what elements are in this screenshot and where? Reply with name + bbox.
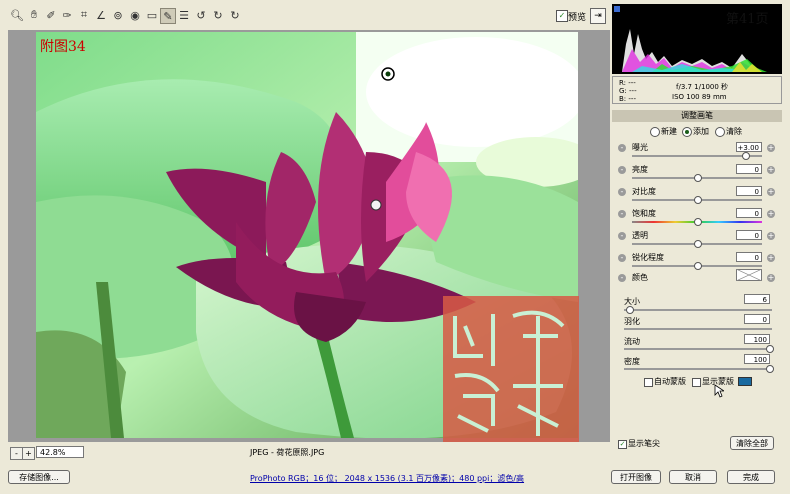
color-swatch[interactable] <box>736 269 762 281</box>
cancel-button[interactable]: 取消 <box>669 470 717 484</box>
b-readout: B: --- <box>619 95 636 103</box>
seal-stamp <box>443 296 579 442</box>
zoom-in-button[interactable]: + <box>22 447 35 460</box>
zoom-icon[interactable]: 🔍︎ <box>10 8 24 22</box>
color-sampler-icon[interactable]: ✑ <box>60 8 74 22</box>
clarity-field[interactable]: 0 <box>736 230 762 240</box>
saturation-label: 饱和度 <box>632 209 656 218</box>
size-label: 大小 <box>624 297 640 306</box>
preferences-icon[interactable]: ☰ <box>177 8 191 22</box>
feather-field[interactable]: 0 <box>744 314 770 324</box>
contrast-minus-icon[interactable]: - <box>618 188 626 196</box>
zoom-level-select[interactable]: 42.8% <box>36 446 84 458</box>
color-plus-icon[interactable]: + <box>767 274 775 282</box>
sharpness-slider-thumb[interactable] <box>694 262 702 270</box>
sharpness-plus-icon[interactable]: + <box>767 254 775 262</box>
flow-field[interactable]: 100 <box>744 334 770 344</box>
adjustment-brush-icon[interactable]: ✎ <box>160 8 176 24</box>
mode-clear-label: 清除 <box>726 127 742 136</box>
toolbar: 🔍︎ ✋︎ ✐ ✑ ⌗ ∠ ⊚ ◉ ▭ ✎ ☰ ↺ ↻ ↻ <box>0 0 610 30</box>
contrast-field[interactable]: 0 <box>736 186 762 196</box>
mouse-cursor-icon <box>714 384 724 398</box>
auto-mask-checkbox[interactable] <box>644 378 653 387</box>
density-label: 密度 <box>624 357 640 366</box>
size-field[interactable]: 6 <box>744 294 770 304</box>
sharpness-minus-icon[interactable]: - <box>618 254 626 262</box>
size-slider-thumb[interactable] <box>626 306 634 314</box>
brightness-plus-icon[interactable]: + <box>767 166 775 174</box>
contrast-plus-icon[interactable]: + <box>767 188 775 196</box>
clarity-plus-icon[interactable]: + <box>767 232 775 240</box>
rotate-cw-icon[interactable]: ↻ <box>211 8 225 22</box>
clarity-minus-icon[interactable]: - <box>618 232 626 240</box>
fullscreen-toggle-icon[interactable]: ⇥ <box>590 8 606 24</box>
clarity-slider-thumb[interactable] <box>694 240 702 248</box>
r-readout: R: --- <box>619 79 636 87</box>
show-mask-checkbox[interactable] <box>692 378 701 387</box>
color-minus-icon[interactable]: - <box>618 274 626 282</box>
image-filename: JPEG - 荷花原照.JPG <box>250 448 325 457</box>
saturation-field[interactable]: 0 <box>736 208 762 218</box>
saturation-minus-icon[interactable]: - <box>618 210 626 218</box>
workflow-options-link[interactable]: ProPhoto RGB；16 位； 2048 x 1536 (3.1 百万像素… <box>250 473 524 484</box>
hand-icon[interactable]: ✋︎ <box>27 8 41 22</box>
exif-aperture-shutter: f/3.7 1/1000 秒 <box>676 83 729 91</box>
mode-new-label: 新建 <box>661 127 677 136</box>
brightness-minus-icon[interactable]: - <box>618 166 626 174</box>
mode-add-radio[interactable] <box>682 127 692 137</box>
done-button[interactable]: 完成 <box>727 470 775 484</box>
preview-label: 预览 <box>568 13 587 23</box>
mode-clear-radio[interactable] <box>715 127 725 137</box>
feather-slider[interactable] <box>624 328 772 330</box>
white-balance-icon[interactable]: ✐ <box>44 8 58 22</box>
show-pins-checkbox[interactable]: ✓ <box>618 440 627 449</box>
flow-label: 流动 <box>624 337 640 346</box>
save-image-button[interactable]: 存储图像... <box>8 470 70 484</box>
mask-color-swatch[interactable] <box>738 377 752 386</box>
crop-icon[interactable]: ⌗ <box>77 8 91 22</box>
graduated-filter-icon[interactable]: ▭ <box>145 8 159 22</box>
flow-slider-thumb[interactable] <box>766 345 774 353</box>
mode-new-radio[interactable] <box>650 127 660 137</box>
contrast-label: 对比度 <box>632 187 656 196</box>
rotate-ccw-icon[interactable]: ↺ <box>194 8 208 22</box>
sharpness-field[interactable]: 0 <box>736 252 762 262</box>
exposure-minus-icon[interactable]: - <box>618 144 626 152</box>
density-slider[interactable] <box>624 368 772 370</box>
brightness-label: 亮度 <box>632 165 648 174</box>
mode-add-label: 添加 <box>693 127 709 136</box>
saturation-slider-thumb[interactable] <box>694 218 702 226</box>
size-slider[interactable] <box>624 309 772 311</box>
straighten-icon[interactable]: ∠ <box>94 8 108 22</box>
red-eye-icon[interactable]: ◉ <box>128 8 142 22</box>
exposure-plus-icon[interactable]: + <box>767 144 775 152</box>
open-image-button[interactable]: 打开图像 <box>611 470 661 484</box>
brightness-slider-thumb[interactable] <box>694 174 702 182</box>
density-slider-thumb[interactable] <box>766 365 774 373</box>
page-number: 第41页 <box>726 12 769 27</box>
sharpness-label: 锐化程度 <box>632 253 664 262</box>
saturation-plus-icon[interactable]: + <box>767 210 775 218</box>
preview-checkbox[interactable]: ✓ <box>556 10 568 22</box>
auto-mask-label: 自动蒙版 <box>654 377 686 386</box>
exposure-field[interactable]: +3.00 <box>736 142 762 152</box>
exposure-label: 曝光 <box>632 143 648 152</box>
brightness-field[interactable]: 0 <box>736 164 762 174</box>
rotate-right-icon[interactable]: ↻ <box>228 8 242 22</box>
figure-label: 附图34 <box>40 39 86 55</box>
feather-label: 羽化 <box>624 317 640 326</box>
color-label: 颜色 <box>632 273 648 282</box>
show-pins-label: 显示笔尖 <box>628 439 660 448</box>
adjustment-brush-panel: 新建 添加 清除 - 曝光 +3.00 + - 亮度 0 + - 对比度 0 +… <box>612 122 782 460</box>
flow-slider[interactable] <box>624 348 772 350</box>
clarity-label: 透明 <box>632 231 648 240</box>
retouch-icon[interactable]: ⊚ <box>111 8 125 22</box>
exposure-slider-thumb[interactable] <box>742 152 750 160</box>
density-field[interactable]: 100 <box>744 354 770 364</box>
contrast-slider-thumb[interactable] <box>694 196 702 204</box>
exif-iso-focal: ISO 100 89 mm <box>672 93 727 101</box>
clear-all-button[interactable]: 清除全部 <box>730 436 774 450</box>
g-readout: G: --- <box>619 87 637 95</box>
